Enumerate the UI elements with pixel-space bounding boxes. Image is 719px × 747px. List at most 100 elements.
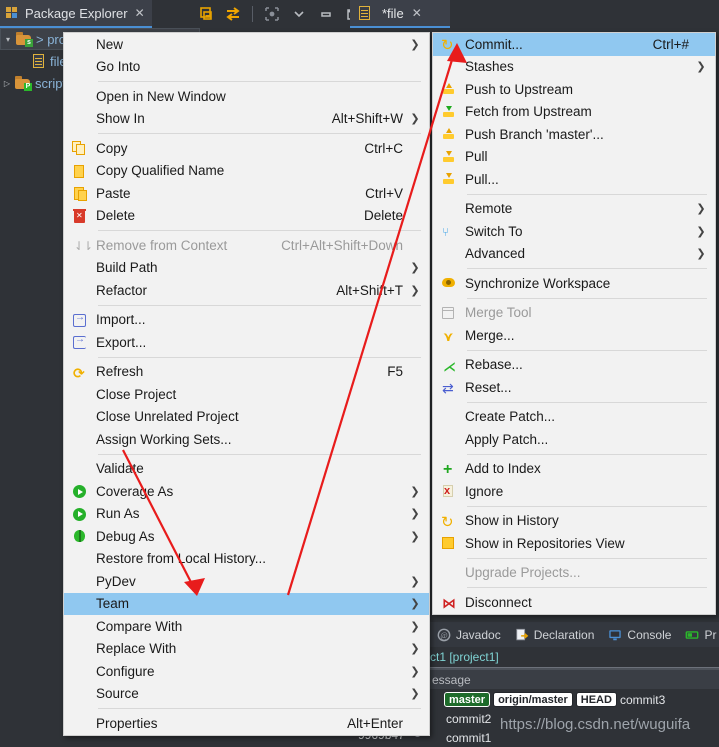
menu-item-create-patch[interactable]: Create Patch... (433, 406, 715, 429)
menu-item-open-in-new-window[interactable]: Open in New Window (64, 85, 429, 108)
menu-item-build-path[interactable]: Build Path ❯ (64, 257, 429, 280)
menu-item-advanced[interactable]: Advanced ❯ (433, 243, 715, 266)
tab-console[interactable]: Console (601, 622, 678, 647)
debug-as-icon (64, 526, 96, 546)
reset-icon: ⇄ (442, 380, 454, 397)
menu-item-label: Stashes (465, 59, 514, 75)
focus-icon[interactable] (264, 6, 280, 22)
menu-item-commit[interactable]: ↻ Commit... Ctrl+# (433, 33, 715, 56)
submenu-arrow-icon: ❯ (696, 203, 706, 216)
menu-item-go-into[interactable]: Go Into (64, 56, 429, 79)
column-header-message[interactable]: essage (430, 670, 719, 689)
menu-item-restore-from-local-history[interactable]: Restore from Local History... (64, 548, 429, 571)
commit-icon: ↻ (441, 37, 454, 55)
tab-declaration[interactable]: Declaration (508, 622, 602, 647)
menu-item-pull[interactable]: Pull... (433, 168, 715, 191)
menu-item-assign-working-sets[interactable]: Assign Working Sets... (64, 428, 429, 451)
collapse-all-icon[interactable] (198, 6, 214, 22)
expand-arrow-icon[interactable]: ▾ (1, 35, 15, 44)
menu-item-icon-slot (64, 57, 96, 77)
menu-item-coverage-as[interactable]: Coverage As ❯ (64, 480, 429, 503)
menu-item-push-branch-master[interactable]: Push Branch 'master'... (433, 123, 715, 146)
menu-item-close-project[interactable]: Close Project (64, 383, 429, 406)
menu-item-properties[interactable]: Properties Alt+Enter (64, 712, 429, 735)
menu-item-copy[interactable]: Copy Ctrl+C (64, 137, 429, 160)
menu-item-label: Properties (96, 715, 158, 731)
menu-item-debug-as[interactable]: Debug As ❯ (64, 525, 429, 548)
chevron-down-icon[interactable] (291, 6, 307, 22)
menu-item-compare-with[interactable]: Compare With ❯ (64, 615, 429, 638)
menu-item-pydev[interactable]: PyDev ❯ (64, 570, 429, 593)
menu-item-remote[interactable]: Remote ❯ (433, 198, 715, 221)
file-icon (32, 53, 46, 69)
tab-javadoc[interactable]: @ Javadoc (430, 622, 508, 647)
menu-item-stashes[interactable]: Stashes ❯ (433, 56, 715, 79)
close-icon[interactable]: ✕ (135, 6, 145, 20)
menu-item-label: Merge Tool (465, 305, 532, 321)
import-icon (64, 310, 96, 330)
menu-item-ignore[interactable]: Ignore (433, 480, 715, 503)
menu-item-disconnect[interactable]: ⋈ Disconnect (433, 591, 715, 614)
menu-item-add-to-index[interactable]: + Add to Index (433, 458, 715, 481)
menu-item-icon-slot (64, 109, 96, 129)
menu-item-replace-with[interactable]: Replace With ❯ (64, 638, 429, 661)
tab-package-explorer[interactable]: Package Explorer ✕ (0, 0, 152, 28)
refresh-icon: ⟳ (73, 364, 85, 381)
menu-item-push-to-upstream[interactable]: Push to Upstream (433, 78, 715, 101)
tab-editor-file[interactable]: *file ✕ (350, 0, 450, 28)
menu-item-label: Team (96, 596, 130, 612)
menu-item-label: Show in Repositories View (465, 535, 625, 551)
menu-item-delete[interactable]: Delete Delete (64, 205, 429, 228)
menu-separator (98, 230, 421, 231)
table-row[interactable]: master origin/master HEAD commit3 (430, 690, 719, 709)
menu-item-team[interactable]: Team ❯ (64, 592, 429, 615)
menu-item-show-in-history[interactable]: ↻ Show in History (433, 510, 715, 533)
menu-item-rebase[interactable]: ⋌ Rebase... (433, 354, 715, 377)
view-toolbar (198, 0, 361, 28)
menu-item-copy-qualified-name[interactable]: Copy Qualified Name (64, 160, 429, 183)
menu-item-reset[interactable]: ⇄ Reset... (433, 376, 715, 399)
menu-item-refactor[interactable]: Refactor Alt+Shift+T ❯ (64, 279, 429, 302)
minimize-icon[interactable] (318, 6, 334, 22)
copy-qualified-name-icon (64, 161, 96, 181)
menu-item-label: Advanced (465, 246, 526, 262)
collapse-arrow-icon[interactable]: ▷ (0, 79, 14, 88)
ignore-icon (433, 481, 465, 501)
menu-item-close-unrelated-project[interactable]: Close Unrelated Project (64, 406, 429, 429)
project-context-menu[interactable]: New ❯ Go Into Open in New Window Show In Alt+… (63, 32, 430, 736)
menu-item-icon-slot (433, 199, 465, 219)
menu-item-merge[interactable]: ⋎ Merge... (433, 324, 715, 347)
menu-item-label: Apply Patch... (465, 431, 549, 447)
menu-item-shortcut: Delete (363, 208, 403, 224)
menu-item-source[interactable]: Source ❯ (64, 683, 429, 706)
close-icon[interactable]: ✕ (412, 6, 422, 20)
menu-item-import[interactable]: Import... (64, 309, 429, 332)
menu-item-paste[interactable]: Paste Ctrl+V (64, 182, 429, 205)
menu-item-shortcut: Ctrl+# (652, 36, 689, 52)
menu-item-show-in-repositories-view[interactable]: Show in Repositories View (433, 532, 715, 555)
menu-separator (467, 268, 707, 269)
menu-separator (467, 297, 707, 299)
menu-item-label: Assign Working Sets... (96, 431, 232, 447)
menu-item-fetch-from-upstream[interactable]: Fetch from Upstream (433, 101, 715, 124)
menu-item-validate[interactable]: Validate (64, 458, 429, 481)
team-submenu[interactable]: ↻ Commit... Ctrl+# Stashes ❯ Push to Upstream… (432, 32, 716, 615)
menu-item-switch-to[interactable]: ⑂ Switch To ❯ (433, 220, 715, 243)
menu-item-pull[interactable]: Pull (433, 146, 715, 169)
menu-item-run-as[interactable]: Run As ❯ (64, 503, 429, 526)
menu-item-export[interactable]: Export... (64, 331, 429, 354)
tab-progress[interactable]: Pr (678, 622, 719, 647)
submenu-arrow-icon: ❯ (410, 485, 420, 498)
menu-item-label: Merge... (465, 327, 515, 343)
switch-to-icon: ⑂ (442, 225, 450, 240)
menu-item-show-in[interactable]: Show In Alt+Shift+W ❯ (64, 108, 429, 131)
menu-item-refresh[interactable]: ⟳ Refresh F5 (64, 361, 429, 384)
menu-item-synchronize-workspace[interactable]: Synchronize Workspace (433, 272, 715, 295)
menu-item-configure[interactable]: Configure ❯ (64, 660, 429, 683)
menu-separator (467, 505, 707, 507)
link-with-editor-icon[interactable] (225, 6, 241, 22)
menu-item-new[interactable]: New ❯ (64, 33, 429, 56)
menu-item-apply-patch[interactable]: Apply Patch... (433, 428, 715, 451)
menu-item-icon-slot (64, 713, 96, 733)
menu-item-icon-slot (64, 429, 96, 449)
